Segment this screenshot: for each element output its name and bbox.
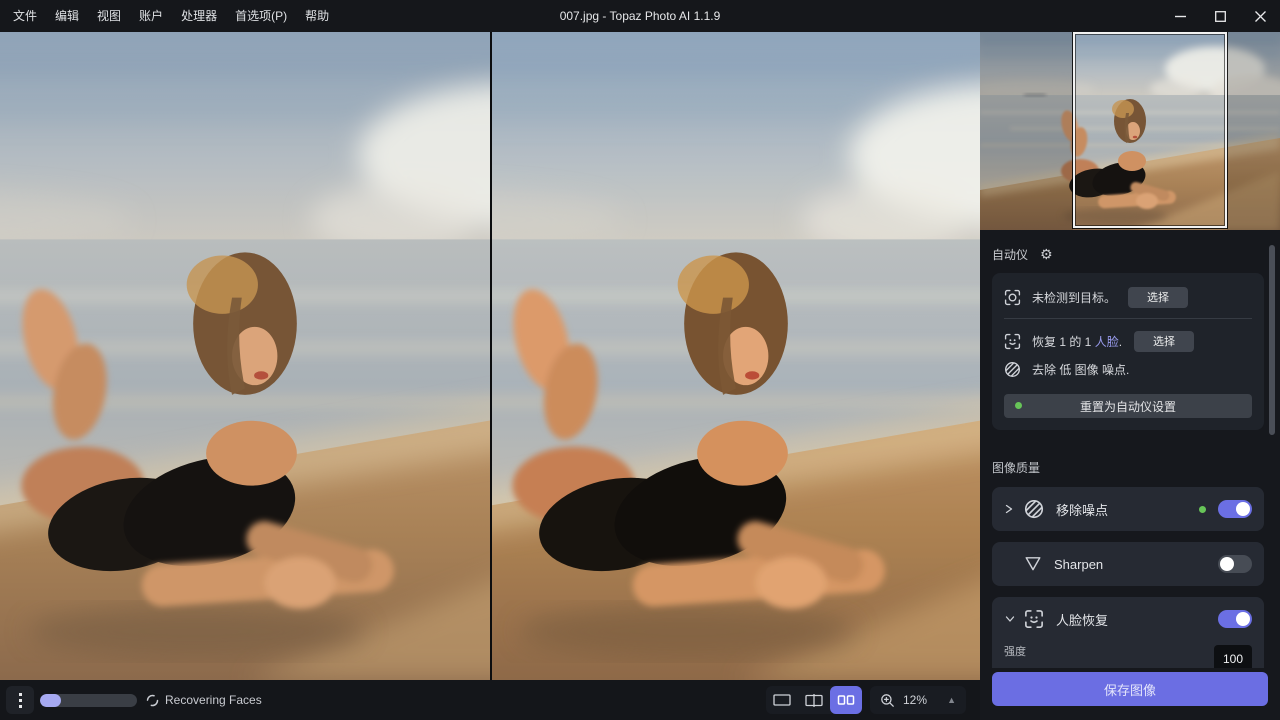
more-options-button[interactable]: [6, 686, 34, 714]
autopilot-settings-gear-icon[interactable]: ⚙: [1040, 246, 1053, 263]
minimize-icon: [1175, 11, 1186, 22]
denoise-card-header[interactable]: 移除噪点: [992, 487, 1264, 531]
denoise-icon: [1024, 499, 1044, 519]
side-by-side-view-icon: [837, 694, 855, 706]
strength-label: 强度: [1004, 643, 1202, 659]
menu-edit[interactable]: 编辑: [46, 0, 88, 32]
status-bar: Recovering Faces: [0, 680, 980, 720]
navigator-dim-right: [1227, 32, 1280, 230]
denoise-label: 移除噪点: [1056, 500, 1199, 519]
autopilot-header: 自动仪 ⚙: [992, 246, 1264, 263]
panel-scrollbar-thumb[interactable]: [1269, 245, 1275, 435]
menu-view[interactable]: 视图: [88, 0, 130, 32]
menu-help[interactable]: 帮助: [296, 0, 338, 32]
detect-select-button[interactable]: 选择: [1128, 287, 1188, 308]
maximize-button[interactable]: [1200, 0, 1240, 32]
progress-bar-fill: [40, 694, 61, 707]
maximize-icon: [1215, 11, 1226, 22]
sharpen-toggle[interactable]: [1218, 555, 1252, 573]
menu-processor[interactable]: 处理器: [172, 0, 226, 32]
autopilot-title: 自动仪: [992, 246, 1028, 263]
face-recovery-label: 人脸恢复: [1056, 610, 1218, 629]
split-view-button[interactable]: [798, 686, 830, 714]
denoise-toggle[interactable]: [1218, 500, 1252, 518]
face-detect-icon: [1004, 333, 1021, 350]
chevron-down-icon[interactable]: [1004, 614, 1018, 624]
face-select-button[interactable]: 选择: [1134, 331, 1194, 352]
split-view-icon: [805, 694, 823, 707]
denoise-auto-dot: [1199, 506, 1206, 513]
navigator-dim-left: [980, 32, 1073, 230]
comparison-canvas: [0, 32, 980, 680]
title-bar: 007.jpg - Topaz Photo AI 1.1.9 文件 编辑 视图 …: [0, 0, 1280, 32]
green-status-dot: [1015, 402, 1022, 409]
topaz-photo-ai-window: 007.jpg - Topaz Photo AI 1.1.9 文件 编辑 视图 …: [0, 0, 1280, 720]
face-count-highlight: 人脸: [1095, 335, 1119, 349]
sharpen-label: Sharpen: [1054, 557, 1218, 572]
autopilot-card: 未检测到目标。 选择 恢复 1 的 1 人脸.: [992, 273, 1264, 430]
autopilot-face-row: 恢复 1 的 1 人脸. 选择: [1004, 327, 1252, 355]
minimize-button[interactable]: [1160, 0, 1200, 32]
sharpen-icon: [1024, 555, 1042, 573]
zoom-dropdown-icon[interactable]: ▲: [947, 695, 956, 705]
face-recovery-body: 强度 100 1人脸选择 选择: [992, 641, 1264, 668]
single-view-icon: [773, 694, 791, 706]
navigator-thumbnail[interactable]: [980, 32, 1280, 230]
before-image-pane[interactable]: [0, 32, 490, 680]
close-button[interactable]: [1240, 0, 1280, 32]
autopilot-detect-row: 未检测到目标。 选择: [1004, 283, 1252, 311]
menu-preferences[interactable]: 首选项(P): [226, 0, 296, 32]
image-quality-header: 图像质量: [992, 459, 1264, 476]
navigator-viewport-rect[interactable]: [1073, 32, 1227, 228]
zoom-level-value[interactable]: 12%: [903, 693, 947, 707]
noise-removal-icon: [1004, 361, 1021, 378]
chevron-right-icon[interactable]: [1004, 503, 1018, 515]
denoise-filter-card: 移除噪点: [992, 487, 1264, 531]
view-mode-group: [766, 686, 862, 714]
after-image: [492, 32, 980, 680]
noise-status-text: 去除 低 图像 噪点.: [1032, 361, 1129, 378]
progress-status-label: Recovering Faces: [165, 693, 262, 707]
progress-bar: [40, 694, 137, 707]
single-view-button[interactable]: [766, 686, 798, 714]
menu-bar: 文件 编辑 视图 账户 处理器 首选项(P) 帮助: [0, 0, 338, 32]
face-recovery-toggle[interactable]: [1218, 610, 1252, 628]
menu-account[interactable]: 账户: [130, 0, 172, 32]
menu-file[interactable]: 文件: [4, 0, 46, 32]
save-image-button[interactable]: 保存图像: [992, 672, 1268, 706]
spinner-icon: [146, 694, 159, 707]
autopilot-noise-row: 去除 低 图像 噪点.: [1004, 355, 1252, 383]
zoom-control[interactable]: 12% ▲: [870, 686, 966, 714]
detect-status-text: 未检测到目标。: [1032, 289, 1116, 306]
face-recover-text: 恢复 1 的 1 人脸.: [1032, 333, 1122, 350]
sharpen-card-header[interactable]: Sharpen: [992, 542, 1264, 586]
panel-scroll-area: 自动仪 ⚙ 未检测到目标。 选择: [980, 230, 1280, 668]
side-by-side-view-button[interactable]: [830, 686, 862, 714]
autopilot-divider: [1004, 318, 1252, 319]
window-controls: [1160, 0, 1280, 32]
sharpen-filter-card: Sharpen: [992, 542, 1264, 586]
close-icon: [1255, 11, 1266, 22]
before-image: [0, 32, 490, 680]
face-recovery-filter-card: 人脸恢复 强度 100: [992, 597, 1264, 668]
subject-detect-icon: [1004, 289, 1021, 306]
face-recovery-icon: [1024, 609, 1044, 629]
reset-autopilot-button[interactable]: 重置为自动仪设置: [1004, 394, 1252, 418]
face-recovery-card-header[interactable]: 人脸恢复: [992, 597, 1264, 641]
kebab-icon: [19, 693, 22, 696]
zoom-magnifier-icon: [880, 693, 895, 708]
after-image-pane[interactable]: [492, 32, 980, 680]
strength-value-field[interactable]: 100: [1214, 645, 1252, 668]
settings-panel: 自动仪 ⚙ 未检测到目标。 选择: [980, 32, 1280, 720]
